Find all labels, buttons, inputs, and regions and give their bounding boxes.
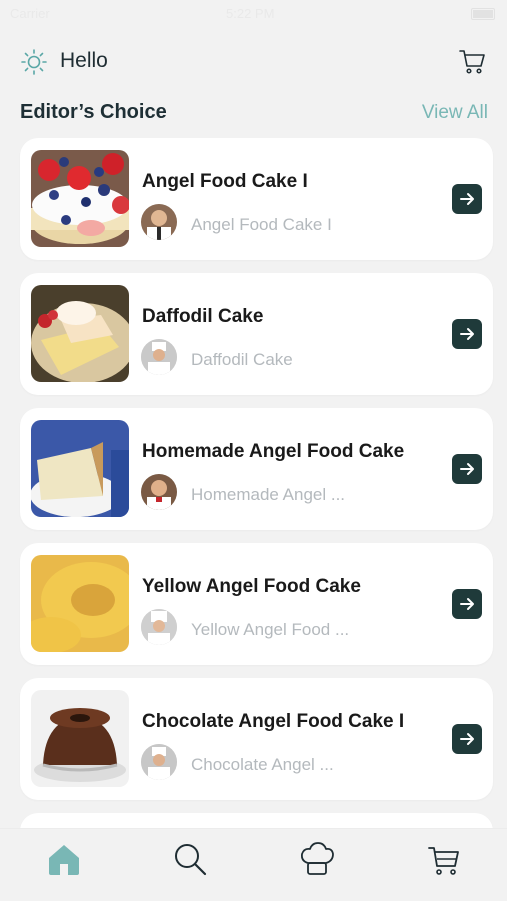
recipe-subtitle: Angel Food Cake I	[191, 215, 332, 234]
open-recipe-button[interactable]	[452, 319, 482, 349]
recipe-card[interactable]: Homemade Angel Food Cake Homemade Angel …	[20, 408, 493, 530]
recipe-list: Angel Food Cake I Angel Food Cake I Daff…	[20, 138, 493, 886]
recipe-subtitle: Homemade Angel ...	[191, 485, 346, 504]
arrow-right-icon	[460, 733, 474, 745]
section-title: Editor’s Choice	[20, 101, 167, 123]
chef-avatar	[141, 204, 177, 240]
recipe-card[interactable]: Yellow Angel Food Cake Yellow Angel Food…	[20, 543, 493, 665]
chef-avatar	[141, 474, 177, 510]
open-recipe-button[interactable]	[452, 589, 482, 619]
recipe-card[interactable]: Chocolate Angel Food Cake I Chocolate An…	[20, 678, 493, 800]
recipe-title: Chocolate Angel Food Cake I	[142, 711, 405, 732]
open-recipe-button[interactable]	[452, 184, 482, 214]
arrow-right-icon	[460, 193, 474, 205]
arrow-right-icon	[460, 328, 474, 340]
recipe-thumbnail	[31, 690, 129, 787]
cart-icon	[428, 847, 459, 875]
open-recipe-button[interactable]	[452, 724, 482, 754]
chef-hat-icon	[300, 842, 334, 875]
recipe-thumbnail	[31, 285, 129, 382]
tab-cart[interactable]	[424, 839, 464, 879]
view-all-link[interactable]: View All	[422, 102, 488, 124]
recipe-subtitle: Chocolate Angel ...	[191, 755, 334, 774]
recipe-title: Angel Food Cake I	[142, 171, 308, 192]
recipe-subtitle: Daffodil Cake	[191, 350, 293, 369]
recipe-thumbnail	[31, 420, 129, 517]
recipe-card[interactable]: Daffodil Cake Daffodil Cake	[20, 273, 493, 395]
tab-chef[interactable]	[297, 839, 337, 879]
tab-bar	[0, 828, 507, 901]
recipe-thumbnail	[31, 150, 129, 247]
tab-home[interactable]	[44, 839, 84, 879]
cart-button[interactable]	[457, 46, 487, 76]
recipe-title: Yellow Angel Food Cake	[142, 576, 361, 597]
battery-icon	[471, 8, 495, 20]
status-bar: Carrier 5:22 PM	[0, 0, 507, 28]
recipe-subtitle: Yellow Angel Food ...	[191, 620, 350, 639]
recipe-title: Daffodil Cake	[142, 306, 264, 327]
open-recipe-button[interactable]	[452, 454, 482, 484]
recipe-card[interactable]: Angel Food Cake I Angel Food Cake I	[20, 138, 493, 260]
recipe-title: Homemade Angel Food Cake	[142, 441, 405, 462]
clock: 5:22 PM	[226, 6, 275, 21]
home-icon	[49, 845, 79, 875]
header: Hello	[0, 40, 507, 84]
arrow-right-icon	[460, 463, 474, 475]
search-icon	[175, 844, 207, 876]
chef-avatar	[141, 609, 177, 645]
chef-avatar	[141, 744, 177, 780]
sun-icon	[21, 49, 47, 75]
arrow-right-icon	[460, 598, 474, 610]
chef-avatar	[141, 339, 177, 375]
greeting-text: Hello	[60, 49, 108, 72]
recipe-thumbnail	[31, 555, 129, 652]
tab-search[interactable]	[170, 839, 210, 879]
carrier-label: Carrier	[10, 6, 50, 21]
